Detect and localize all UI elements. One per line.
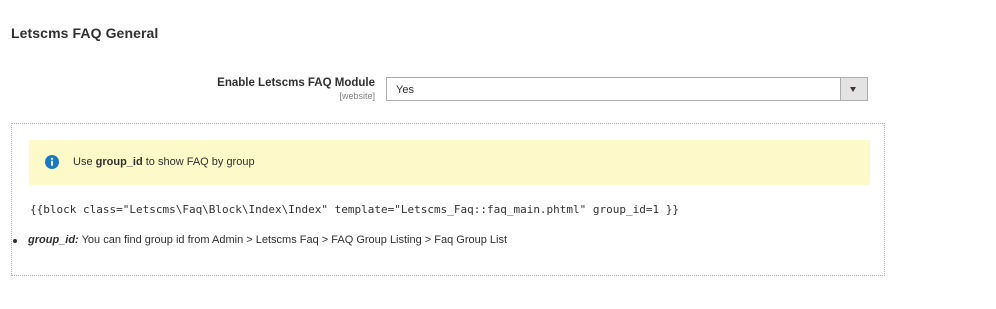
- field-label: Enable Letscms FAQ Module [website]: [217, 77, 375, 101]
- notice-text: Use group_id to show FAQ by group: [73, 156, 255, 168]
- enable-module-select[interactable]: Yes: [386, 77, 868, 101]
- list-item: group_id: You can find group id from Adm…: [12, 234, 507, 246]
- section-title: Letscms FAQ General: [11, 25, 159, 41]
- notice-keyword: group_id: [95, 156, 143, 168]
- select-toggle[interactable]: [840, 78, 867, 100]
- block-code-snippet: {{block class="Letscms\Faq\Block\Index\I…: [30, 203, 680, 216]
- info-notice: Use group_id to show FAQ by group: [29, 140, 870, 185]
- select-value: Yes: [396, 84, 414, 96]
- field-label-text: Enable Letscms FAQ Module: [217, 77, 375, 89]
- enable-module-field: Enable Letscms FAQ Module [website] Yes: [0, 77, 996, 103]
- notice-suffix: to show FAQ by group: [142, 156, 255, 168]
- help-text: You can find group id from Admin > Letsc…: [78, 234, 508, 246]
- bullet: [13, 239, 17, 243]
- info-icon: [45, 155, 59, 169]
- scope-label: [website]: [339, 90, 375, 101]
- help-list: group_id: You can find group id from Adm…: [12, 234, 507, 246]
- chevron-down-icon: [850, 87, 856, 92]
- field-comment: Use group_id to show FAQ by group {{bloc…: [11, 123, 885, 276]
- help-term: group_id:: [28, 234, 79, 246]
- notice-prefix: Use: [73, 156, 96, 168]
